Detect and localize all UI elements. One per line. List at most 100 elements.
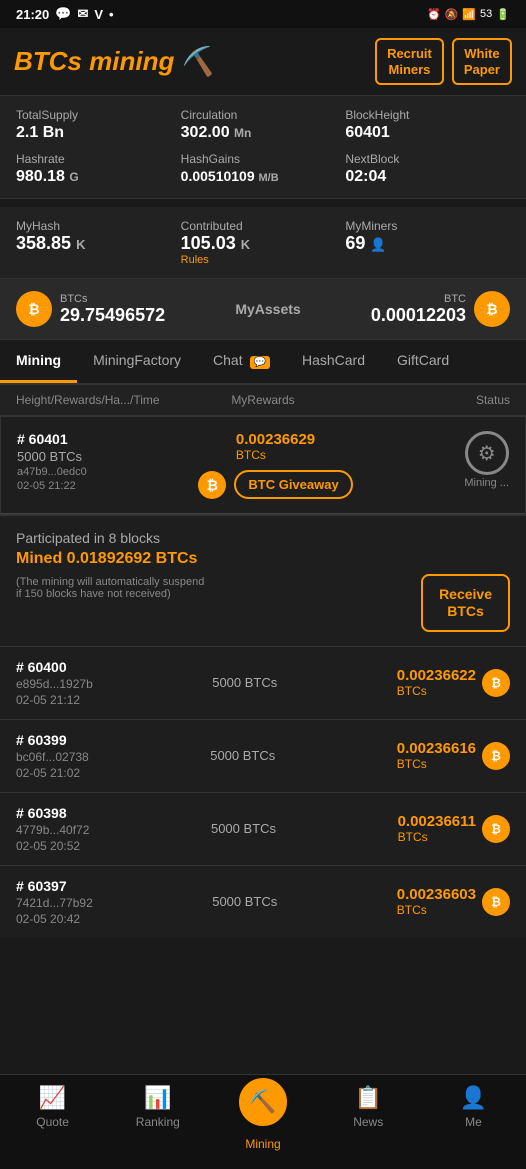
btcs-values: BTCs 29.75496572 — [60, 293, 165, 326]
block-center: 0.00236629 BTCs ₿ BTC Giveaway — [198, 431, 352, 499]
btcs-value: 29.75496572 — [60, 305, 165, 326]
bell-off-icon: 🔕 — [445, 8, 459, 21]
row-amount-container: 0.00236611 BTCs — [398, 813, 476, 844]
btc-label: BTC — [371, 293, 466, 305]
table-row: # 60399 bc06f...02738 02-05 21:02 5000 B… — [0, 719, 526, 792]
btc-value: 0.00012203 — [371, 305, 466, 326]
tab-giftcard[interactable]: GiftCard — [381, 340, 465, 383]
news-label: News — [353, 1115, 383, 1129]
row-amount: 0.00236603 — [397, 886, 476, 903]
btcs-label: BTCs — [60, 293, 165, 305]
quote-label: Quote — [36, 1115, 69, 1129]
nav-news[interactable]: 📋 News — [316, 1075, 421, 1169]
col-rewards: MyRewards — [170, 393, 355, 407]
row-hash: e895d...1927b — [16, 677, 93, 691]
white-paper-button[interactable]: WhitePaper — [452, 38, 512, 85]
my-contributed-label: Contributed — [181, 219, 346, 233]
my-hash-label: MyHash — [16, 219, 181, 233]
row-id: # 60399 — [16, 732, 89, 748]
battery-icon: 🔋 — [496, 8, 510, 21]
mined-amount: Mined 0.01892692 BTCs — [16, 550, 510, 568]
stat-label: NextBlock — [345, 152, 510, 166]
stat-value: 980.18 G — [16, 168, 181, 186]
row-id: # 60400 — [16, 659, 93, 675]
block-btcs: 5000 BTCs — [17, 449, 87, 464]
btcs-unit: BTCs — [236, 448, 315, 462]
my-hash-value: 358.85 K — [16, 233, 181, 254]
row-id: # 60398 — [16, 805, 89, 821]
signal-icon: 📶 — [462, 8, 476, 21]
my-contributed-section: Contributed 105.03 K Rules — [181, 219, 346, 266]
tabs: Mining MiningFactory Chat 💬 HashCard Gif… — [0, 340, 526, 385]
row-id: # 60397 — [16, 878, 93, 894]
nav-mining[interactable]: ⛏️ Mining — [210, 1065, 315, 1159]
row-amount-container: 0.00236616 BTCs — [397, 740, 476, 771]
row-btcs-value: 5000 BTCs — [210, 748, 275, 763]
receive-btcs-button[interactable]: ReceiveBTCs — [421, 574, 510, 632]
block-time: 02-05 21:22 — [17, 480, 87, 492]
btc-coin-icon: ₿ — [474, 291, 510, 327]
tab-hashcard[interactable]: HashCard — [286, 340, 381, 383]
col-status: Status — [356, 393, 510, 407]
row-right: 0.00236622 BTCs ₿ — [397, 667, 510, 698]
block-status: ⚙ Mining ... — [464, 431, 509, 489]
tab-mining-factory[interactable]: MiningFactory — [77, 340, 197, 383]
tab-chat[interactable]: Chat 💬 — [197, 340, 286, 383]
table-row: # 60398 4779b...40f72 02-05 20:52 5000 B… — [0, 792, 526, 865]
row-amount: 0.00236616 — [397, 740, 476, 757]
row-btcs: 5000 BTCs — [210, 748, 275, 763]
status-bar: 21:20 💬 ✉ V • ⏰ 🔕 📶 53 🔋 — [0, 0, 526, 28]
btcs-amount-container: 0.00236629 BTCs — [236, 431, 315, 462]
vpn-icon: V — [94, 7, 103, 22]
block-left-info: # 60401 5000 BTCs a47b9...0edc0 02-05 21… — [17, 431, 87, 492]
row-amount: 0.00236622 — [397, 667, 476, 684]
stat-value: 60401 — [345, 124, 510, 142]
row-left: # 60397 7421d...77b92 02-05 20:42 — [16, 878, 93, 926]
stats-section: TotalSupply 2.1 Bn Circulation 302.00 Mn… — [0, 96, 526, 199]
news-icon: 📋 — [355, 1085, 382, 1111]
btc-icon: ₿ — [482, 742, 510, 770]
chat-badge: 💬 — [250, 356, 270, 369]
status-time: 21:20 💬 ✉ V • — [16, 6, 114, 22]
nav-quote[interactable]: 📈 Quote — [0, 1075, 105, 1169]
btc-giveaway-button[interactable]: BTC Giveaway — [234, 470, 352, 499]
row-btcs-value: 5000 BTCs — [211, 821, 276, 836]
my-hash-section: MyHash 358.85 K — [16, 219, 181, 266]
btcs-assets: ₿ BTCs 29.75496572 — [16, 291, 165, 327]
stat-label: HashGains — [181, 152, 346, 166]
row-btcs: 5000 BTCs — [212, 675, 277, 690]
row-btcs-value: 5000 BTCs — [212, 675, 277, 690]
rules-link[interactable]: Rules — [181, 254, 346, 266]
alarm-icon: ⏰ — [427, 8, 441, 21]
btcs-coin-icon: ₿ — [16, 291, 52, 327]
my-assets-label[interactable]: MyAssets — [235, 301, 300, 317]
row-time: 02-05 21:02 — [16, 766, 89, 780]
nav-ranking[interactable]: 📊 Ranking — [105, 1075, 210, 1169]
bottom-nav: 📈 Quote 📊 Ranking ⛏️ Mining 📋 News 👤 Me — [0, 1074, 526, 1169]
row-left: # 60400 e895d...1927b 02-05 21:12 — [16, 659, 93, 707]
my-miners-section: MyMiners 69 👤 — [345, 219, 510, 266]
btc-assets: BTC 0.00012203 ₿ — [371, 291, 510, 327]
stat-label: TotalSupply — [16, 108, 181, 122]
row-btcs: 5000 BTCs — [212, 894, 277, 909]
logo-text: BTCs mining — [14, 46, 174, 77]
message-icon: ✉ — [77, 6, 88, 22]
row-time: 02-05 20:52 — [16, 839, 89, 853]
stat-label: Circulation — [181, 108, 346, 122]
recruit-miners-button[interactable]: RecruitMiners — [375, 38, 444, 85]
me-icon: 👤 — [460, 1085, 487, 1111]
battery-text: 53 — [480, 8, 492, 20]
mining-label: Mining — [245, 1137, 280, 1151]
stat-label: BlockHeight — [345, 108, 510, 122]
row-hash: bc06f...02738 — [16, 750, 89, 764]
col-height: Height/Rewards/Ha.../Time — [16, 393, 170, 407]
row-right: 0.00236611 BTCs ₿ — [398, 813, 510, 844]
tab-mining[interactable]: Mining — [0, 340, 77, 383]
participated-label: Participated in 8 blocks — [16, 530, 510, 546]
ranking-label: Ranking — [136, 1115, 180, 1129]
stat-label: Hashrate — [16, 152, 181, 166]
my-contributed-value: 105.03 K — [181, 233, 346, 254]
row-left: # 60399 bc06f...02738 02-05 21:02 — [16, 732, 89, 780]
btc-icon: ₿ — [482, 669, 510, 697]
nav-me[interactable]: 👤 Me — [421, 1075, 526, 1169]
